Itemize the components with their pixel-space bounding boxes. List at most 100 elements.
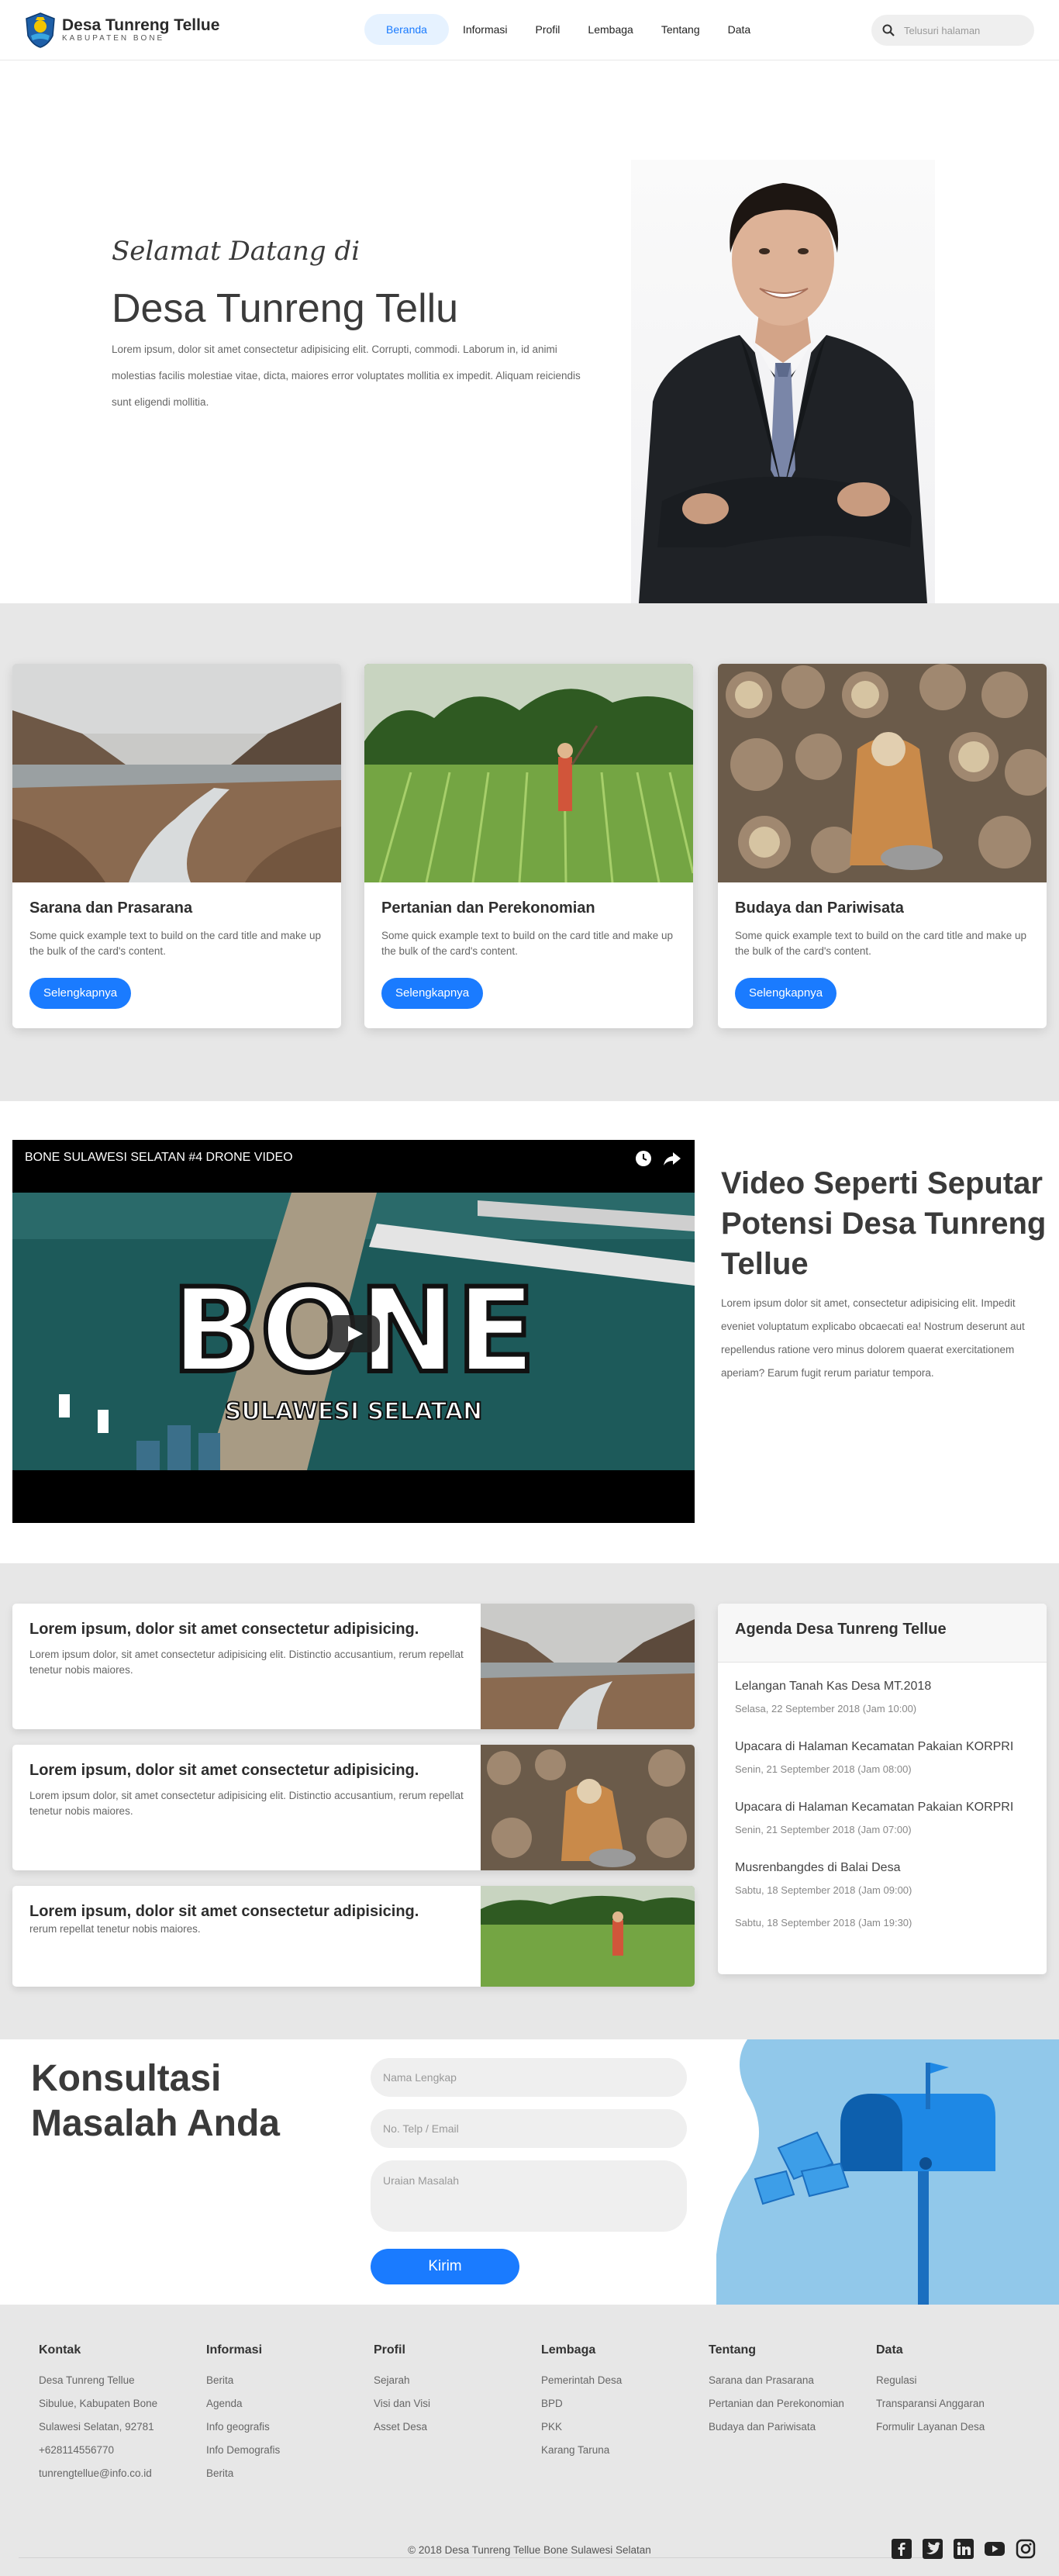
issue-textarea[interactable] [371,2160,687,2232]
share-icon[interactable] [662,1149,682,1168]
news-card[interactable]: Lorem ipsum, dolor sit amet consectetur … [12,1886,695,1987]
footer-link[interactable]: Info geografis [206,2421,280,2444]
footer-text: Desa Tunreng Tellue [39,2374,135,2386]
search-icon[interactable] [882,24,895,36]
watch-later-icon[interactable] [634,1149,653,1168]
submit-button[interactable]: Kirim [371,2249,519,2284]
footer-link[interactable]: BPD [541,2398,622,2421]
news-image-lake [481,1604,695,1729]
youtube-icon[interactable] [985,2539,1005,2559]
footer-column-tentang: Tentang Sarana dan Prasarana Pertanian d… [709,2343,844,2444]
footer-column-data: Data Regulasi Transparansi Anggaran Form… [876,2343,985,2444]
facebook-icon[interactable] [892,2539,912,2559]
twitter-icon[interactable] [923,2539,943,2559]
feature-card[interactable]: Budaya dan Pariwisata Some quick example… [718,664,1047,1028]
footer-link[interactable]: Berita [206,2374,280,2398]
footer-link[interactable]: Budaya dan Pariwisata [709,2421,844,2444]
footer-link[interactable]: Karang Taruna [541,2444,622,2467]
footer-link[interactable]: Berita [206,2467,280,2491]
feature-card-title: Sarana dan Prasarana [29,900,193,917]
linkedin-icon[interactable] [954,2539,974,2559]
footer: Kontak Desa Tunreng Tellue Sibulue, Kabu… [0,2305,1059,2576]
video-title[interactable]: BONE SULAWESI SELATAN #4 DRONE VIDEO [25,1151,293,1165]
news-card[interactable]: Lorem ipsum, dolor sit amet consectetur … [12,1604,695,1729]
feature-card[interactable]: Pertanian dan Perekonomian Some quick ex… [364,664,693,1028]
nav-item-profil[interactable]: Profil [522,14,574,45]
emblem-logo-icon [26,12,55,48]
news-image-rice-field [481,1886,695,1987]
contact-field[interactable] [371,2109,687,2148]
play-icon[interactable] [327,1315,380,1352]
agenda-item[interactable]: Sabtu, 18 September 2018 (Jam 19:30) [735,1908,1037,1929]
instagram-icon[interactable] [1016,2539,1036,2559]
hero-section: Selamat Datang di Desa Tunreng Tellu Lor… [0,60,1059,603]
agenda-item[interactable]: Lelangan Tanah Kas Desa MT.2018 Selasa, … [735,1680,1037,1714]
name-field[interactable] [371,2058,687,2097]
footer-heading: Kontak [39,2343,81,2357]
nav-item-data[interactable]: Data [714,14,765,45]
footer-heading: Tentang [709,2343,757,2357]
footer-link[interactable]: Sejarah [374,2374,430,2398]
agenda-item-date: Senin, 21 September 2018 (Jam 07:00) [735,1824,912,1835]
footer-link[interactable]: Regulasi [876,2374,985,2398]
brand-name: Desa Tunreng Tellue [62,16,220,34]
footer-link[interactable]: Asset Desa [374,2421,430,2444]
footer-email[interactable]: tunrengtellue@info.co.id [39,2467,157,2491]
footer-link[interactable]: Agenda [206,2398,280,2421]
read-more-button[interactable]: Selengkapnya [735,978,837,1009]
agenda-item-date: Sabtu, 18 September 2018 (Jam 19:30) [735,1917,912,1929]
consult-title: Konsultasi Masalah Anda [31,2056,280,2146]
feature-image-rice-field [364,664,693,883]
agenda-item-date: Senin, 21 September 2018 (Jam 08:00) [735,1763,912,1775]
footer-phone[interactable]: +628114556770 [39,2444,157,2467]
read-more-button[interactable]: Selengkapnya [381,978,484,1009]
read-more-button[interactable]: Selengkapnya [29,978,132,1009]
news-text: Lorem ipsum dolor, sit amet consectetur … [29,1790,464,1817]
agenda-item-title[interactable]: Musrenbangdes di Balai Desa [735,1861,1037,1875]
mailbox-illustration [716,2039,1059,2305]
news-section: Lorem ipsum, dolor sit amet consectetur … [0,1563,1059,2039]
navbar: Desa Tunreng Tellue KABUPATEN BONE Beran… [0,0,1059,60]
footer-heading: Informasi [206,2343,263,2357]
video-header-bar: BONE SULAWESI SELATAN #4 DRONE VIDEO [12,1140,695,1193]
nav-item-tentang[interactable]: Tentang [647,14,714,45]
news-card[interactable]: Lorem ipsum, dolor sit amet consectetur … [12,1745,695,1870]
footer-link[interactable]: Sarana dan Prasarana [709,2374,844,2398]
video-section: BONE SULAWESI SELATAN #4 DRONE VIDEO BON… [0,1101,1059,1563]
main-nav: Beranda Informasi Profil Lembaga Tentang… [364,14,764,45]
footer-link[interactable]: Pemerintah Desa [541,2374,622,2398]
video-bottom-bar [12,1470,695,1523]
footer-link[interactable]: Transparansi Anggaran [876,2398,985,2421]
agenda-item[interactable]: Upacara di Halaman Kecamatan Pakaian KOR… [735,1740,1037,1775]
footer-column-lembaga: Lembaga Pemerintah Desa BPD PKK Karang T… [541,2343,622,2467]
agenda-item[interactable]: Musrenbangdes di Balai Desa Sabtu, 18 Se… [735,1861,1037,1896]
agenda-item[interactable]: Upacara di Halaman Kecamatan Pakaian KOR… [735,1801,1037,1835]
footer-link[interactable]: Formulir Layanan Desa [876,2421,985,2444]
feature-card-text: Some quick example text to build on the … [29,930,321,957]
news-title[interactable]: Lorem ipsum, dolor sit amet consectetur … [29,1621,464,1638]
feature-image-market [718,664,1047,882]
nav-item-beranda[interactable]: Beranda [364,14,449,45]
feature-card-title: Budaya dan Pariwisata [735,900,904,917]
search-input[interactable] [904,24,1020,36]
features-section: Sarana dan Prasarana Some quick example … [0,603,1059,1101]
brand[interactable]: Desa Tunreng Tellue KABUPATEN BONE [25,12,219,48]
agenda-item-title[interactable]: Upacara di Halaman Kecamatan Pakaian KOR… [735,1801,1037,1815]
nav-item-informasi[interactable]: Informasi [449,14,522,45]
news-title[interactable]: Lorem ipsum, dolor sit amet consectetur … [29,1762,464,1780]
footer-link[interactable]: Info Demografis [206,2444,280,2467]
footer-column-kontak: Kontak Desa Tunreng Tellue Sibulue, Kabu… [39,2343,157,2491]
footer-link[interactable]: Visi dan Visi [374,2398,430,2421]
footer-link[interactable]: Pertanian dan Perekonomian [709,2398,844,2421]
agenda-item-title[interactable]: Lelangan Tanah Kas Desa MT.2018 [735,1680,1037,1694]
feature-card[interactable]: Sarana dan Prasarana Some quick example … [12,664,341,1028]
news-text: Lorem ipsum dolor, sit amet consectetur … [29,1649,464,1676]
video-player[interactable]: BONE SULAWESI SELATAN #4 DRONE VIDEO BON… [12,1140,695,1523]
search-box[interactable] [871,15,1034,46]
nav-item-lembaga[interactable]: Lembaga [574,14,647,45]
agenda-item-title[interactable]: Upacara di Halaman Kecamatan Pakaian KOR… [735,1740,1037,1754]
news-title[interactable]: Lorem ipsum, dolor sit amet consectetur … [29,1903,464,1921]
footer-link[interactable]: PKK [541,2421,622,2444]
agenda-title: Agenda Desa Tunreng Tellue [718,1604,1047,1663]
video-overlay-subtitle: SULAWESI SELATAN [225,1398,482,1425]
